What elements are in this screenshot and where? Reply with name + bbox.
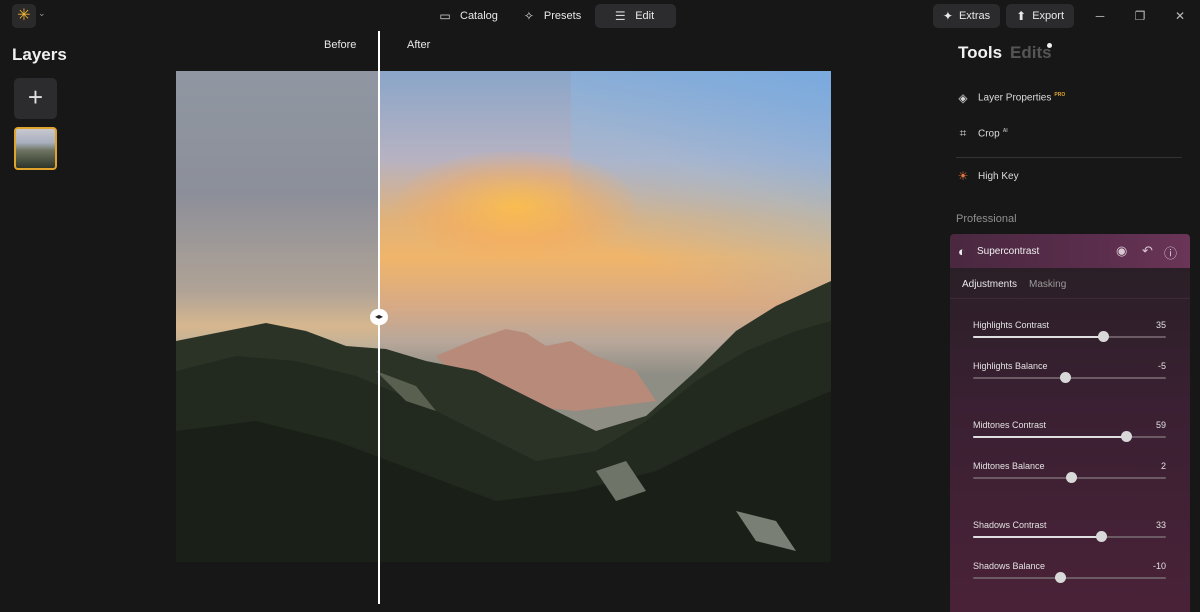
- slider-fill: [973, 336, 1104, 338]
- presets-button[interactable]: ✧ Presets: [512, 4, 591, 28]
- export-button[interactable]: ⬆ Export: [1006, 4, 1074, 28]
- sparkle-icon: ✦: [942, 9, 953, 23]
- layer-thumbnail[interactable]: [14, 127, 57, 170]
- extras-button[interactable]: ✦ Extras: [932, 4, 1001, 28]
- magic-wand-icon: ✧: [523, 9, 534, 23]
- slider-knob[interactable]: [1096, 531, 1108, 542]
- supercontrast-title: Supercontrast: [977, 246, 1040, 257]
- slider-fill: [973, 536, 1102, 538]
- slider-value[interactable]: -10: [1153, 561, 1166, 571]
- slider-highlights-contrast[interactable]: Highlights Contrast 35: [973, 320, 1166, 350]
- slider-knob[interactable]: [1121, 431, 1133, 442]
- undo-icon[interactable]: ↶: [1142, 243, 1153, 259]
- folder-icon: ▭: [439, 9, 451, 23]
- slider-fill: [973, 436, 1127, 438]
- tab-adjustments[interactable]: Adjustments: [962, 279, 1017, 290]
- tab-tools[interactable]: Tools: [958, 43, 1002, 63]
- crop-text: Crop AI: [978, 128, 1008, 139]
- edit-button[interactable]: ☰ Edit: [595, 4, 677, 28]
- tool-crop[interactable]: ⌗ Crop AI: [956, 126, 1008, 141]
- edits-indicator-dot: [1047, 43, 1052, 48]
- supercontrast-header[interactable]: ◐ Supercontrast ◉ ↶ ⓘ: [950, 234, 1190, 268]
- split-handle-icon[interactable]: ◂▸: [370, 309, 388, 325]
- slider-knob[interactable]: [1059, 372, 1071, 383]
- photo-canvas[interactable]: [176, 71, 831, 562]
- mode-switcher: ▭ Catalog ✧ Presets ☰ Edit: [428, 4, 677, 28]
- crop-icon: ⌗: [959, 126, 967, 140]
- slider-label: Highlights Balance: [973, 361, 1048, 371]
- slider-value[interactable]: 33: [1156, 520, 1166, 530]
- maximize-button[interactable]: ❐: [1120, 9, 1160, 23]
- slider-label: Shadows Contrast: [973, 520, 1047, 530]
- layer-properties-text: Layer Properties PRO: [978, 92, 1065, 103]
- minimize-button[interactable]: ─: [1080, 9, 1120, 23]
- add-layer-button[interactable]: +: [14, 78, 57, 119]
- slider-label: Midtones Contrast: [973, 420, 1047, 430]
- export-label: Export: [1032, 10, 1064, 22]
- slider-shadows-balance[interactable]: Shadows Balance -10: [973, 561, 1166, 591]
- catalog-label: Catalog: [460, 10, 498, 22]
- layers-icon: ◈: [958, 91, 968, 105]
- high-key-label: High Key: [978, 170, 1019, 182]
- edit-label: Edit: [635, 10, 655, 22]
- slider-shadows-contrast[interactable]: Shadows Contrast 33: [973, 520, 1166, 550]
- supercontrast-subtabs: Adjustments Masking: [962, 279, 1066, 290]
- layers-title: Layers: [12, 45, 67, 64]
- chevron-down-icon[interactable]: ⌄: [38, 8, 46, 19]
- slider-track[interactable]: [973, 577, 1166, 579]
- sun-logo-icon[interactable]: ✳: [12, 4, 36, 28]
- half-circle-icon: ◐: [958, 244, 966, 259]
- ai-badge: AI: [1002, 127, 1008, 134]
- slider-knob[interactable]: [1098, 331, 1110, 342]
- subtabs-divider: [950, 298, 1190, 299]
- slider-value[interactable]: 35: [1156, 320, 1166, 330]
- eye-icon[interactable]: ◉: [1116, 243, 1127, 259]
- tab-edits[interactable]: Edits: [1010, 43, 1052, 63]
- tool-layer-properties[interactable]: ◈ Layer Properties PRO: [956, 91, 1065, 105]
- high-key-icon: ☀: [957, 169, 969, 183]
- slider-knob[interactable]: [1054, 572, 1066, 583]
- before-label: Before: [324, 39, 357, 51]
- slider-label: Midtones Balance: [973, 461, 1045, 471]
- slider-midtones-balance[interactable]: Midtones Balance 2: [973, 461, 1166, 491]
- presets-label: Presets: [543, 10, 582, 22]
- slider-value[interactable]: 2: [1161, 461, 1166, 471]
- slider-value[interactable]: -5: [1158, 361, 1166, 371]
- mountains-illustration: [176, 281, 831, 562]
- slider-label: Shadows Balance: [973, 561, 1046, 571]
- tool-high-key[interactable]: ☀ High Key: [956, 169, 1019, 183]
- extras-label: Extras: [958, 10, 991, 22]
- slider-label: Highlights Contrast: [973, 320, 1050, 330]
- slider-midtones-contrast[interactable]: Midtones Contrast 59: [973, 420, 1166, 450]
- after-label: After: [407, 39, 431, 51]
- pro-badge: PRO: [1054, 92, 1066, 99]
- crop-label: Crop: [978, 128, 1000, 140]
- top-right-controls: ✦ Extras ⬆ Export ─ ❐ ✕: [932, 4, 1200, 28]
- tools-divider: [956, 157, 1182, 158]
- slider-value[interactable]: 59: [1156, 420, 1166, 430]
- slider-knob[interactable]: [1066, 472, 1078, 483]
- layer-properties-label: Layer Properties: [978, 92, 1052, 104]
- sliders-icon: ☰: [614, 9, 626, 23]
- close-button[interactable]: ✕: [1160, 9, 1200, 23]
- export-icon: ⬆: [1016, 9, 1027, 23]
- slider-highlights-balance[interactable]: Highlights Balance -5: [973, 361, 1166, 391]
- top-bar: ✳ ⌄ ▭ Catalog ✧ Presets ☰ Edit ✦ Extras …: [0, 0, 1200, 32]
- catalog-button[interactable]: ▭ Catalog: [428, 4, 508, 28]
- tab-masking[interactable]: Masking: [1029, 279, 1066, 290]
- info-icon[interactable]: ⓘ: [1164, 243, 1177, 262]
- professional-section-label: Professional: [956, 213, 1017, 225]
